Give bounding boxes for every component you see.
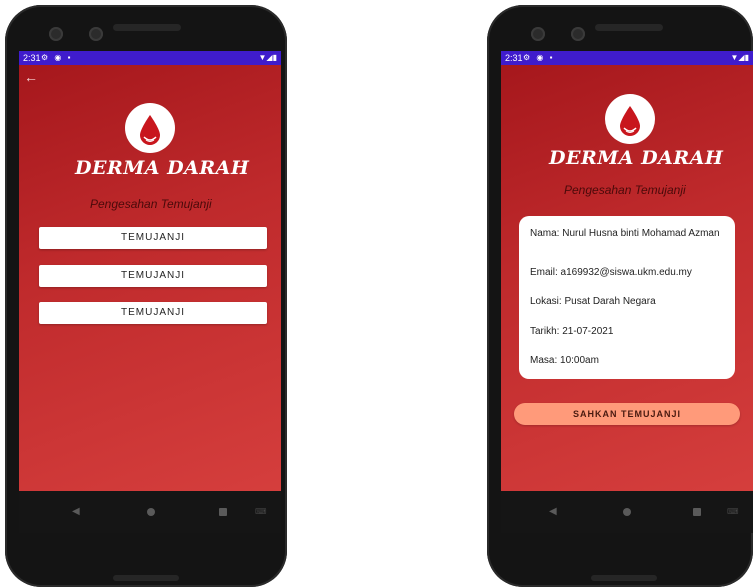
nav-recent-apps-icon[interactable]	[219, 508, 227, 516]
status-signal-battery-icons: ▼◢▮	[730, 53, 749, 62]
app-title: DERMA DARAH	[549, 147, 724, 169]
back-arrow-icon[interactable]: ←	[24, 70, 38, 84]
status-signal-battery-icons: ▼◢▮	[258, 53, 277, 62]
front-camera	[49, 27, 63, 41]
blood-drop-logo-icon	[605, 94, 655, 144]
status-notification-icons: ⚙ ◉ ▪	[523, 53, 555, 62]
page-subtitle: Pengesahan Temujanji	[90, 197, 212, 211]
navigation-bar: ◀ ⌨	[19, 491, 281, 533]
navigation-bar: ◀ ⌨	[501, 491, 753, 533]
phone-frame-left: 2:31 ⚙ ◉ ▪ ▼◢▮ ← DERMA DARAH Pengesahan …	[5, 5, 287, 587]
app-title: DERMA DARAH	[75, 157, 250, 179]
detail-date: Tarikh: 21-07-2021	[530, 326, 614, 337]
nav-recent-apps-icon[interactable]	[693, 508, 701, 516]
screen-appointment-confirmation: 2:31 ⚙ ◉ ▪ ▼◢▮ DERMA DARAH Pengesahan Te…	[501, 51, 753, 533]
detail-email: Email: a169932@siswa.ukm.edu.my	[530, 267, 692, 278]
status-time: 2:31	[23, 53, 41, 63]
front-camera	[531, 27, 545, 41]
front-sensor	[89, 27, 103, 41]
phone-frame-right: 2:31 ⚙ ◉ ▪ ▼◢▮ DERMA DARAH Pengesahan Te…	[487, 5, 753, 587]
nav-back-icon[interactable]: ◀	[549, 506, 557, 517]
nav-home-icon[interactable]	[147, 508, 155, 516]
confirm-appointment-button[interactable]: SAHKAN TEMUJANJI	[514, 403, 740, 425]
earpiece-speaker	[113, 24, 181, 31]
screen-appointment-list: 2:31 ⚙ ◉ ▪ ▼◢▮ ← DERMA DARAH Pengesahan …	[19, 51, 281, 533]
nav-keyboard-icon[interactable]: ⌨	[727, 507, 739, 516]
earpiece-speaker	[595, 24, 663, 31]
detail-time: Masa: 10:00am	[530, 355, 599, 366]
status-notification-icons: ⚙ ◉ ▪	[41, 53, 73, 62]
status-time: 2:31	[505, 53, 523, 63]
appointment-button-3[interactable]: TEMUJANJI	[39, 302, 267, 324]
status-bar: 2:31 ⚙ ◉ ▪ ▼◢▮	[19, 51, 281, 65]
bottom-speaker	[591, 575, 657, 581]
page-subtitle: Pengesahan Temujanji	[564, 183, 686, 197]
appointment-button-2[interactable]: TEMUJANJI	[39, 265, 267, 287]
nav-keyboard-icon[interactable]: ⌨	[255, 507, 267, 516]
blood-drop-logo-icon	[125, 103, 175, 153]
front-sensor	[571, 27, 585, 41]
nav-home-icon[interactable]	[623, 508, 631, 516]
detail-location: Lokasi: Pusat Darah Negara	[530, 296, 656, 307]
detail-name: Nama: Nurul Husna binti Mohamad Azman	[530, 228, 720, 239]
appointment-details-card: Nama: Nurul Husna binti Mohamad Azman Em…	[519, 216, 735, 379]
status-bar: 2:31 ⚙ ◉ ▪ ▼◢▮	[501, 51, 753, 65]
bottom-speaker	[113, 575, 179, 581]
appointment-button-1[interactable]: TEMUJANJI	[39, 227, 267, 249]
nav-back-icon[interactable]: ◀	[72, 506, 80, 517]
